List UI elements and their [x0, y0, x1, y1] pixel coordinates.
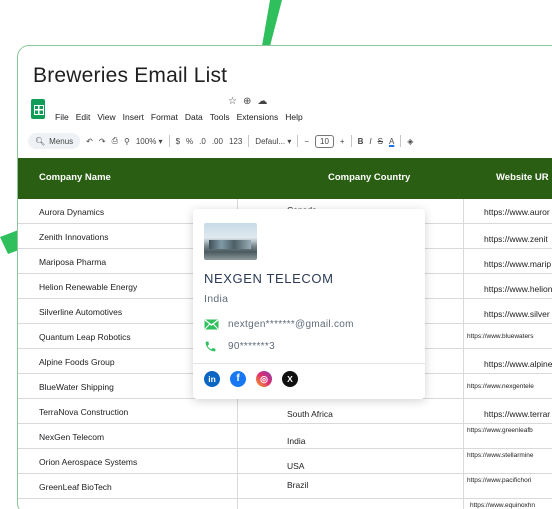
font-size-decrease-button[interactable]: −	[304, 137, 309, 146]
percent-format-button[interactable]: %	[186, 137, 193, 146]
font-value: Defaul...	[255, 136, 286, 146]
company-photo	[204, 223, 257, 260]
font-size-input[interactable]: 10	[315, 134, 334, 148]
cell-company-name[interactable]: TerraNova Construction	[39, 407, 128, 417]
strikethrough-button[interactable]: S	[378, 137, 383, 146]
table-row[interactable]: GreenLeaf BioTech Brazil https://www.pac…	[18, 474, 552, 499]
cell-website[interactable]: https://www.terrar	[463, 399, 552, 424]
facebook-icon[interactable]: f	[230, 371, 246, 387]
cell-website[interactable]: https://www.stellarmine	[463, 449, 552, 474]
x-icon[interactable]: X	[282, 371, 298, 387]
increase-decimal-button[interactable]: .00	[212, 137, 223, 146]
font-select[interactable]: Defaul... ▾	[255, 137, 291, 146]
menus-search[interactable]: 🔍︎ Menus	[28, 133, 81, 149]
cell-website[interactable]: https://www.auror	[463, 199, 552, 224]
move-folder-icon[interactable]: ⊕	[243, 96, 251, 107]
search-icon: 🔍︎	[35, 136, 46, 146]
table-row[interactable]: TerraNova Construction South Africa http…	[18, 399, 552, 424]
cell-company-name[interactable]: BlueWater Shipping	[39, 382, 114, 392]
toolbar-divider	[400, 135, 402, 147]
linkedin-icon[interactable]: in	[204, 371, 220, 387]
currency-format-button[interactable]: $	[176, 137, 180, 146]
redo-icon[interactable]: ↷	[99, 137, 106, 146]
instagram-icon[interactable]: ◎	[256, 371, 272, 387]
cloud-status-icon[interactable]: ☁	[257, 96, 267, 107]
table-row[interactable]: NexGen Telecom India https://www.greenle…	[18, 424, 552, 449]
table-row[interactable]: https://www.equinoxhn	[18, 499, 552, 509]
menu-view[interactable]: View	[97, 112, 115, 122]
cell-website[interactable]: https://www.nexgentele	[463, 374, 552, 399]
cell-company-name[interactable]: GreenLeaf BioTech	[39, 482, 112, 492]
card-email[interactable]: nextgen*******@gmail.com	[228, 319, 354, 330]
toolbar-divider	[168, 135, 170, 147]
cell-company-name[interactable]: NexGen Telecom	[39, 432, 104, 442]
table-row[interactable]: Orion Aerospace Systems USA https://www.…	[18, 449, 552, 474]
cell-country[interactable]: India	[287, 436, 305, 446]
text-color-button[interactable]: A	[389, 137, 394, 146]
bold-button[interactable]: B	[358, 137, 364, 146]
cell-website[interactable]: https://www.helion	[463, 274, 552, 299]
cell-website[interactable]: https://www.alpine	[463, 349, 552, 374]
cell-company-name[interactable]: Silverline Automotives	[39, 307, 122, 317]
menus-label: Menus	[49, 136, 74, 146]
cell-website[interactable]: https://www.marip	[463, 249, 552, 274]
menu-format[interactable]: Format	[151, 112, 178, 122]
cell-company-name[interactable]: Zenith Innovations	[39, 232, 108, 242]
cell-website[interactable]: https://www.bluewaters	[463, 324, 552, 349]
print-icon[interactable]: ⎙	[112, 136, 118, 146]
document-title[interactable]: Breweries Email List	[33, 64, 227, 88]
cell-company-name[interactable]: Helion Renewable Energy	[39, 282, 137, 292]
cell-country[interactable]: USA	[287, 461, 304, 471]
toolbar-divider	[248, 135, 250, 147]
number-format-button[interactable]: 123	[229, 137, 242, 146]
toolbar: 🔍︎ Menus ↶ ↷ ⎙ ⚲ 100% ▾ $ % .0 .00 123 D…	[28, 132, 552, 150]
sheets-logo-icon[interactable]	[31, 99, 45, 119]
toolbar-divider	[350, 135, 352, 147]
menu-extensions[interactable]: Extensions	[237, 112, 279, 122]
card-country: India	[204, 293, 229, 305]
header-website-url[interactable]: Website UR	[496, 172, 549, 183]
menu-edit[interactable]: Edit	[76, 112, 91, 122]
menu-help[interactable]: Help	[285, 112, 302, 122]
star-icon[interactable]: ☆	[228, 96, 237, 107]
company-info-card: NEXGEN TELECOM India nextgen*******@gmai…	[193, 209, 425, 399]
cell-website[interactable]: https://www.zenit	[463, 224, 552, 249]
cell-company-name[interactable]: Alpine Foods Group	[39, 357, 115, 367]
cell-country[interactable]: South Africa	[287, 409, 333, 419]
zoom-select[interactable]: 100% ▾	[136, 137, 163, 146]
header-company-country[interactable]: Company Country	[328, 172, 410, 183]
cell-country[interactable]: Brazil	[287, 480, 308, 490]
menu-tools[interactable]: Tools	[210, 112, 230, 122]
title-actions: ☆ ⊕ ☁	[228, 96, 267, 107]
card-divider	[193, 363, 425, 364]
card-company-name: NEXGEN TELECOM	[204, 271, 334, 286]
cell-company-name[interactable]: Mariposa Pharma	[39, 257, 106, 267]
card-phone[interactable]: 90*******3	[228, 341, 275, 352]
cell-company-name[interactable]: Aurora Dynamics	[39, 207, 104, 217]
undo-icon[interactable]: ↶	[86, 137, 93, 146]
cell-company-name[interactable]: Orion Aerospace Systems	[39, 457, 137, 467]
fill-color-icon[interactable]: ◈	[407, 137, 413, 146]
cell-website[interactable]: https://www.greenleafb	[463, 424, 552, 449]
menu-data[interactable]: Data	[185, 112, 203, 122]
menu-bar: File Edit View Insert Format Data Tools …	[55, 112, 303, 122]
zoom-value: 100%	[135, 136, 157, 146]
header-company-name[interactable]: Company Name	[39, 172, 111, 183]
paint-format-icon[interactable]: ⚲	[124, 137, 130, 146]
cell-company-name[interactable]: Quantum Leap Robotics	[39, 332, 131, 342]
toolbar-divider	[297, 135, 299, 147]
cell-website[interactable]: https://www.equinoxhn	[463, 499, 552, 509]
italic-button[interactable]: I	[369, 137, 371, 146]
cell-website[interactable]: https://www.pacifichori	[463, 474, 552, 499]
font-size-increase-button[interactable]: +	[340, 137, 345, 146]
menu-insert[interactable]: Insert	[123, 112, 144, 122]
decrease-decimal-button[interactable]: .0	[199, 137, 206, 146]
cell-website[interactable]: https://www.silver	[463, 299, 552, 324]
email-icon	[204, 319, 219, 330]
table-header: Company Name Company Country Website UR	[18, 158, 552, 199]
phone-icon	[205, 341, 216, 352]
menu-file[interactable]: File	[55, 112, 69, 122]
